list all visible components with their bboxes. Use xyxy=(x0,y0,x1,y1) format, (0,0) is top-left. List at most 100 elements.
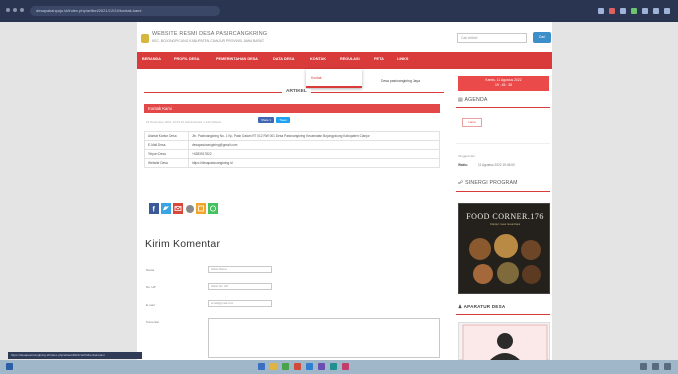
table-row: E-Mail Desa desapasircangkring@gmail.com xyxy=(144,140,440,150)
extension-icon[interactable] xyxy=(609,8,615,14)
nav-item-beranda[interactable]: BERANDA xyxy=(142,57,161,61)
phone-input[interactable]: Isikan No. HP xyxy=(208,283,272,290)
notification-icon[interactable] xyxy=(664,363,671,370)
tweet-button[interactable]: Tweet xyxy=(276,117,290,123)
name-input[interactable]: Isikan Nama xyxy=(208,266,272,273)
dish-image xyxy=(469,238,491,260)
agenda-time: 11 Agustus 2022 19:45:00 xyxy=(478,163,515,167)
agenda-date-label: Tanggal Hari xyxy=(458,154,475,158)
article-meta: 24 Desember 2021 13:23:12 Administrator … xyxy=(146,120,221,124)
site-logo-icon[interactable] xyxy=(141,34,149,43)
email-label: E-mail xyxy=(146,303,155,307)
profile-icon[interactable] xyxy=(653,8,659,14)
taskbar-app-icon[interactable] xyxy=(294,363,301,370)
forward-icon[interactable] xyxy=(13,8,17,12)
twitter-icon[interactable] xyxy=(161,203,171,214)
whatsapp-icon[interactable] xyxy=(208,203,218,214)
name-label: Nama xyxy=(146,268,155,272)
table-cell-key: Telpon Desa xyxy=(144,149,189,159)
sidebar-divider xyxy=(456,107,550,108)
nav-item-peta[interactable]: PETA xyxy=(374,57,384,61)
facebook-share-button[interactable]: Share 1 xyxy=(258,117,274,123)
banner-subtitle: Cianjur rasa nusantara xyxy=(489,222,521,226)
table-cell-value: +6283917822 xyxy=(188,149,440,159)
system-tray-icon[interactable] xyxy=(640,363,647,370)
article-title: Kontak Kami xyxy=(148,106,172,111)
sinergi-title: SINERGI PROGRAM xyxy=(465,180,518,186)
site-subtitle: KEC. BOJONGPICUNG KABUPATEN CIANJUR PROV… xyxy=(152,39,265,43)
taskbar-app-icon[interactable] xyxy=(258,363,265,370)
nav-dropdown: Kontak xyxy=(306,69,362,88)
svg-text:f: f xyxy=(153,207,156,214)
sidebar-divider xyxy=(456,143,550,144)
comment-label: Komentar xyxy=(146,320,160,324)
table-row: Website Desa https://desapasircangkring.… xyxy=(144,158,440,168)
search-button[interactable]: Cari xyxy=(533,32,551,43)
dish-image xyxy=(522,265,541,284)
nav-item-pemerintahan-desa[interactable]: PEMERINTAHAN DESA xyxy=(216,57,258,61)
sidebar-divider xyxy=(456,191,550,192)
taskbar-app-icon[interactable] xyxy=(306,363,313,370)
section-label: ARTIKEL xyxy=(282,89,311,94)
agenda-waktu-label: Waktu xyxy=(458,163,468,167)
table-cell-key: Website Desa xyxy=(144,158,189,168)
system-tray-icon[interactable] xyxy=(652,363,659,370)
taskbar-app-icon[interactable] xyxy=(330,363,337,370)
taskbar-app-icon[interactable] xyxy=(282,363,289,370)
comment-textarea[interactable] xyxy=(208,318,440,358)
extension-icon[interactable] xyxy=(631,8,637,14)
bookmark-icon[interactable] xyxy=(196,203,206,214)
start-icon[interactable] xyxy=(6,363,13,370)
email-input[interactable]: email@gmail.com xyxy=(208,300,272,307)
table-cell-key: E-Mail Desa xyxy=(144,140,189,150)
dish-image xyxy=(494,234,518,258)
date-time-box: Kamis, 11 Agustus 2022 19 : 45 : 38 xyxy=(458,76,549,91)
taskbar-app-icon[interactable] xyxy=(318,363,325,370)
comment-form-title: Kirim Komentar xyxy=(145,238,221,250)
browser-toolbar: desapakanpujo.id/index.php/artikel/2021/… xyxy=(0,0,678,22)
back-icon[interactable] xyxy=(6,8,10,12)
extension-icon[interactable] xyxy=(598,8,604,14)
agenda-tab[interactable]: Lama xyxy=(462,118,482,127)
site-title[interactable]: WEBSITE RESMI DESA PASIRCANGKRING xyxy=(152,31,267,37)
search-input[interactable]: Cari Artikel xyxy=(457,33,527,43)
table-cell-key: Alamat Kantor Desa xyxy=(144,131,189,141)
table-cell-value: https://desapasircangkring.id xyxy=(188,158,440,168)
nav-item-links[interactable]: LINKS xyxy=(397,57,408,61)
nav-item-data-desa[interactable]: DATA DESA xyxy=(273,57,294,61)
nav-item-profil-desa[interactable]: PROFIL DESA xyxy=(174,57,199,61)
menu-icon[interactable] xyxy=(664,8,670,14)
table-row: Alamat Kantor Desa Jln. Pasircangkring N… xyxy=(144,131,440,141)
dish-image xyxy=(521,240,541,260)
sidebar-divider xyxy=(456,314,550,315)
taskbar-app-icon[interactable] xyxy=(270,363,277,370)
extension-icons xyxy=(598,6,670,16)
nav-item-kontak[interactable]: KONTAK xyxy=(310,57,326,61)
running-text: Desa pasircangkring Jaya xyxy=(381,79,421,83)
dropdown-item-kontak[interactable]: Kontak xyxy=(311,76,322,80)
aparatur-title: APARATUR DESA xyxy=(463,304,506,309)
taskbar-app-icon[interactable] xyxy=(342,363,349,370)
facebook-icon[interactable]: f xyxy=(149,203,159,214)
address-bar[interactable]: desapakanpujo.id/index.php/artikel/2021/… xyxy=(30,6,220,16)
article-title-bar xyxy=(144,104,440,113)
banner-title: FOOD CORNER.176 xyxy=(466,212,544,221)
extension-icon[interactable] xyxy=(620,8,626,14)
email-icon[interactable] xyxy=(173,203,183,214)
phone-label: No. HP xyxy=(146,285,156,289)
share-icon[interactable] xyxy=(186,205,194,213)
reload-icon[interactable] xyxy=(20,8,24,12)
aparatur-photo[interactable] xyxy=(458,322,550,362)
sinergi-heading: ☍ SINERGI PROGRAM xyxy=(458,180,518,186)
table-row: Telpon Desa +6283917822 xyxy=(144,149,440,159)
agenda-heading: ▤ AGENDA xyxy=(458,97,488,103)
extension-icon[interactable] xyxy=(642,8,648,14)
dish-image xyxy=(497,262,519,284)
aparatur-heading: ♟ APARATUR DESA xyxy=(458,304,505,310)
clock-text: 19 : 45 : 38 xyxy=(495,83,512,87)
food-corner-banner[interactable]: FOOD CORNER.176 Cianjur rasa nusantara xyxy=(458,203,550,294)
nav-item-regulasi[interactable]: REGULASI xyxy=(340,57,360,61)
dish-image xyxy=(473,264,493,284)
link-status-bar: https://desapasircangkring.id/index.php/… xyxy=(8,352,142,359)
agenda-title: AGENDA xyxy=(464,97,488,103)
